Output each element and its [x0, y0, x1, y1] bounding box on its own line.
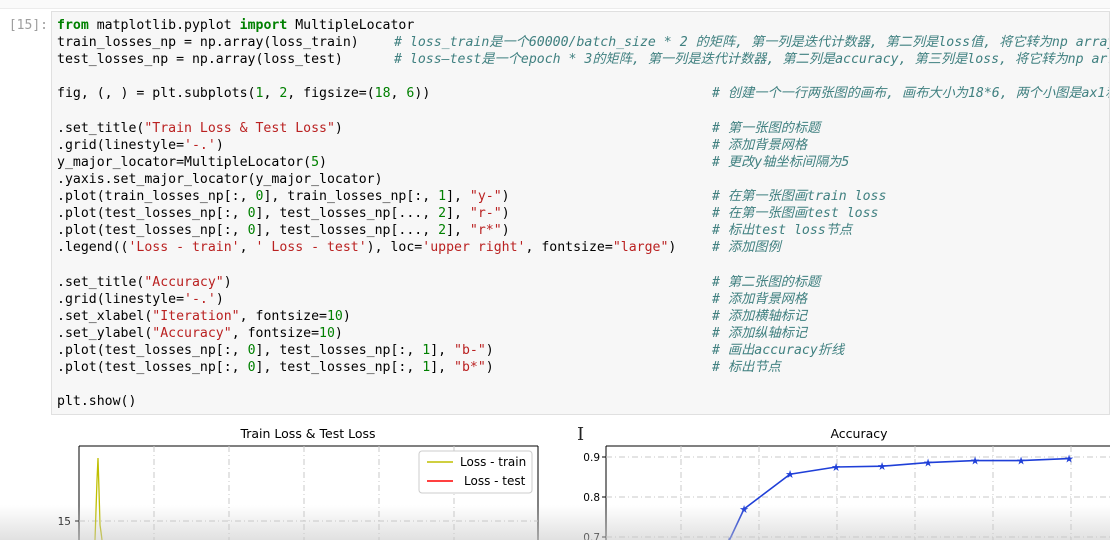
code-text: test_losses_np = np.array(loss_test): [57, 52, 343, 68]
code-comment: # 标出节点: [712, 360, 781, 375]
bottom-fade-overlay: [0, 505, 1110, 540]
code-comment: # 添加背景网格: [712, 291, 808, 307]
code-text: .set_ylabel("Accuracy", fontsize=10): [57, 325, 343, 341]
code-comment: # 标出test loss节点: [712, 223, 853, 239]
code-comment: # 添加图例: [712, 240, 781, 256]
code-comment: # loss—test是一个epoch * 3的矩阵, 第一列是迭代计数器, 第…: [394, 52, 1110, 68]
code-text: .set_xlabel("Iteration", fontsize=10): [57, 308, 351, 324]
code-comment: # 在第一张图画test loss: [712, 206, 879, 222]
code-text: .plot(test_losses_np[:, 0], test_losses_…: [57, 223, 510, 239]
legend-label-test: Loss - test: [464, 474, 526, 488]
code-text: .grid(linestyle='-.'): [57, 291, 224, 307]
y-tick-label: 0.9: [583, 452, 600, 464]
code-text: .grid(linestyle='-.'): [57, 137, 224, 153]
code-comment: # 创建一个一行两张图的画布, 画布大小为18*6, 两个小图是ax1和ax2: [712, 86, 1110, 102]
code-text: .legend(('Loss - train', ' Loss - test')…: [57, 240, 677, 256]
code-comment: # 第二张图的标题: [712, 274, 821, 290]
code-text: .plot(test_losses_np[:, 0], test_losses_…: [57, 342, 494, 358]
code-text: .plot(train_losses_np[:, 0], train_losse…: [57, 189, 510, 204]
code-comment: # 在第一张图画train loss: [712, 189, 887, 204]
code-comment: # 画出accuracy折线: [712, 342, 845, 358]
data-point-marker: ★: [831, 461, 841, 474]
code-text: .yaxis.set_major_locator(y_major_locator…: [57, 171, 383, 187]
data-point-marker: ★: [1016, 455, 1026, 468]
code-text: plt.show(): [57, 394, 137, 410]
code-text: fig, (, ) = plt.subplots(1, 2, figsize=(…: [57, 86, 431, 102]
y-tick-label: 0.8: [583, 492, 600, 504]
code-text: .plot(test_losses_np[:, 0], test_losses_…: [57, 360, 494, 375]
chart-title: Accuracy: [830, 426, 888, 441]
code-text: from matplotlib.pyplot import MultipleLo…: [57, 18, 415, 33]
code-comment: # 第一张图的标题: [712, 120, 821, 136]
code-comment: # 添加横轴标记: [712, 308, 808, 324]
data-point-marker: ★: [923, 457, 933, 470]
code-text: .set_title("Accuracy"): [57, 274, 232, 290]
code-cell[interactable]: from matplotlib.pyplot import MultipleLo…: [51, 11, 1110, 415]
code-text: .set_title("Train Loss & Test Loss"): [57, 120, 343, 136]
previous-cell-edge: [0, 0, 1110, 9]
text-cursor-icon: I: [577, 424, 585, 445]
cell-prompt: [15]:: [8, 18, 48, 33]
chart-title: Train Loss & Test Loss: [239, 426, 375, 441]
code-comment: # 更改y轴坐标间隔为5: [712, 154, 850, 170]
data-point-marker: ★: [785, 468, 795, 481]
legend-label-train: Loss - train: [460, 455, 526, 469]
data-point-marker: ★: [877, 460, 887, 473]
code-text: train_losses_np = np.array(loss_train): [57, 35, 359, 51]
code-comment: # loss_train是一个60000/batch_size * 2 的矩阵,…: [394, 35, 1110, 51]
code-text: y_major_locator=MultipleLocator(5): [57, 154, 327, 170]
data-point-marker: ★: [1064, 453, 1074, 466]
data-point-marker: ★: [970, 455, 980, 468]
code-comment: # 添加纵轴标记: [712, 325, 808, 341]
code-comment: # 添加背景网格: [712, 137, 808, 153]
code-text: .plot(test_losses_np[:, 0], test_losses_…: [57, 206, 510, 222]
